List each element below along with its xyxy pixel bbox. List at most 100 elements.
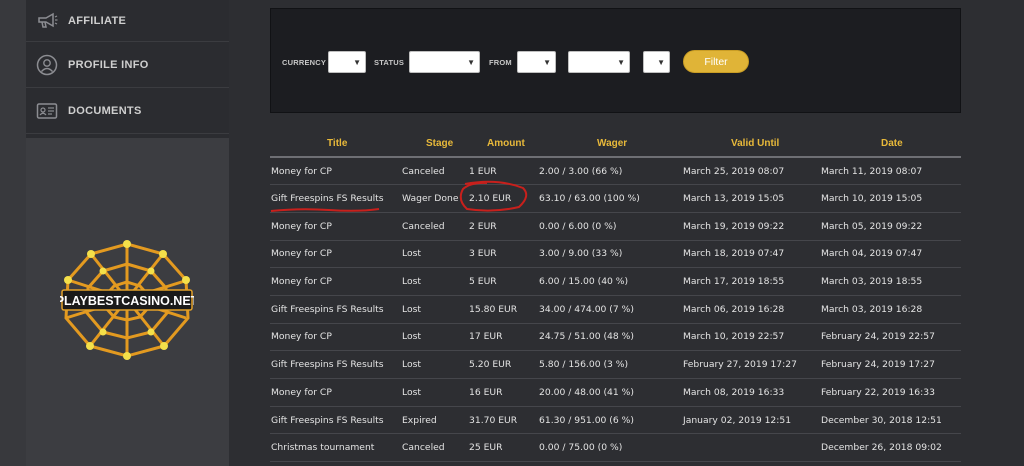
column-header-valid-until[interactable]: Valid Until: [683, 129, 821, 158]
cell-valid-until: March 08, 2019 16:33: [683, 378, 821, 407]
cell-date: December 30, 2018 12:51: [821, 406, 961, 435]
cell-wager: 0.00 / 6.00 (0 %): [539, 212, 683, 241]
cell-stage: Expired: [402, 406, 469, 435]
sidebar-item-label: AFFILIATE: [68, 14, 127, 27]
cell-valid-until: March 10, 2019 22:57: [683, 323, 821, 352]
cell-wager: 3.00 / 9.00 (33 %): [539, 240, 683, 269]
currency-label: CURRENCY: [282, 58, 327, 67]
cell-date: March 03, 2019 18:55: [821, 267, 961, 296]
cell-amount: 2 EUR: [469, 212, 539, 241]
cell-date: December 26, 2018 09:02: [821, 433, 961, 463]
red-circle-annotation: [459, 180, 528, 212]
table-row: Money for CP Canceled 2 EUR 0.00 / 6.00 (0 …: [270, 212, 961, 241]
cell-valid-until: January 02, 2019 12:51: [683, 406, 821, 435]
cell-wager: 63.10 / 63.00 (100 %): [539, 184, 683, 213]
megaphone-icon: [36, 10, 58, 32]
cell-title: Gift Freespins FS Results: [270, 406, 402, 435]
cell-stage: Lost: [402, 378, 469, 407]
cell-date: March 03, 2019 16:28: [821, 295, 961, 324]
cell-stage: Lost: [402, 267, 469, 296]
cell-wager: 34.00 / 474.00 (7 %): [539, 295, 683, 324]
chevron-down-icon: ▼: [353, 58, 361, 67]
cell-date: February 22, 2019 16:33: [821, 378, 961, 407]
from-month-select[interactable]: ▼: [568, 51, 630, 73]
table-row: Money for CP Lost 16 EUR 20.00 / 48.00 (41 …: [270, 378, 961, 407]
status-select[interactable]: ▼: [409, 51, 480, 73]
sidebar-item-label: DOCUMENTS: [68, 104, 142, 117]
column-header-amount[interactable]: Amount: [469, 129, 539, 158]
column-header-stage[interactable]: Stage: [402, 129, 469, 158]
column-header-title[interactable]: Title: [270, 129, 402, 158]
table-row: Gift Freespins FS Results Lost 5.20 EUR 5.8…: [270, 350, 961, 379]
cell-amount: 5 EUR: [469, 267, 539, 296]
cell-title: Money for CP: [270, 378, 402, 407]
sidebar-item-profile-info[interactable]: PROFILE INFO: [26, 42, 229, 88]
cell-amount: 25 EUR: [469, 433, 539, 463]
cell-wager: 24.75 / 51.00 (48 %): [539, 323, 683, 352]
cell-title: Money for CP: [270, 157, 402, 186]
cell-amount: 31.70 EUR: [469, 406, 539, 435]
cell-valid-until: March 19, 2019 09:22: [683, 212, 821, 241]
cell-wager: 2.00 / 3.00 (66 %): [539, 157, 683, 186]
table-row: Christmas tournament Canceled 25 EUR 0.00 /…: [270, 433, 961, 463]
cell-wager: 61.30 / 951.00 (6 %): [539, 406, 683, 435]
cell-valid-until: March 25, 2019 08:07: [683, 157, 821, 186]
sidebar-item-affiliate[interactable]: AFFILIATE: [26, 0, 229, 42]
table-row: Money for CP Lost 17 EUR 24.75 / 51.00 (48 …: [270, 323, 961, 352]
sidebar-item-documents[interactable]: DOCUMENTS: [26, 88, 229, 134]
cell-amount: 5.20 EUR: [469, 350, 539, 379]
chevron-down-icon: ▼: [617, 58, 625, 67]
cell-title: Christmas tournament: [270, 433, 402, 463]
cell-amount: 16 EUR: [469, 378, 539, 407]
status-label: STATUS: [374, 58, 405, 67]
cell-date: March 04, 2019 07:47: [821, 240, 961, 269]
cell-amount: 17 EUR: [469, 323, 539, 352]
column-header-date[interactable]: Date: [821, 129, 961, 158]
cell-date: March 10, 2019 15:05: [821, 184, 961, 213]
table-row: Money for CP Canceled 1 EUR 2.00 / 3.00 (66…: [270, 157, 961, 186]
chevron-down-icon: ▼: [657, 58, 665, 67]
cell-date: March 05, 2019 09:22: [821, 212, 961, 241]
cell-title: Money for CP: [270, 212, 402, 241]
id-card-icon: [36, 100, 58, 122]
cell-stage: Lost: [402, 350, 469, 379]
playbestcasino-logo: PLAYBESTCASINO.NET: [56, 238, 199, 362]
cell-title: Gift Freespins FS Results: [270, 350, 402, 379]
filter-panel: CURRENCY ▼ STATUS ▼ FROM ▼ ▼ ▼ Filter: [270, 8, 961, 113]
column-header-wager[interactable]: Wager: [539, 129, 683, 158]
cell-wager: 0.00 / 75.00 (0 %): [539, 433, 683, 463]
cell-valid-until: March 17, 2019 18:55: [683, 267, 821, 296]
cell-wager: 5.80 / 156.00 (3 %): [539, 350, 683, 379]
cell-valid-until: [683, 433, 821, 463]
cell-valid-until: February 27, 2019 17:27: [683, 350, 821, 379]
chevron-down-icon: ▼: [543, 58, 551, 67]
from-day-select[interactable]: ▼: [517, 51, 556, 73]
sidebar-item-label: PROFILE INFO: [68, 58, 149, 71]
cell-stage: Lost: [402, 295, 469, 324]
cell-stage: Lost: [402, 323, 469, 352]
sidebar: AFFILIATE PROFILE INFO DOCUMENTS: [26, 0, 229, 138]
filter-button[interactable]: Filter: [683, 50, 749, 73]
cell-date: February 24, 2019 22:57: [821, 323, 961, 352]
logo-text: PLAYBESTCASINO.NET: [60, 294, 194, 308]
cell-valid-until: March 06, 2019 16:28: [683, 295, 821, 324]
table-header-row: Title Stage Amount Wager Valid Until Dat…: [270, 129, 961, 158]
cell-amount: 3 EUR: [469, 240, 539, 269]
cell-date: March 11, 2019 08:07: [821, 157, 961, 186]
table-row: Money for CP Lost 5 EUR 6.00 / 15.00 (40 %)…: [270, 267, 961, 296]
currency-select[interactable]: ▼: [328, 51, 366, 73]
cell-title: Gift Freespins FS Results: [270, 295, 402, 324]
cell-wager: 6.00 / 15.00 (40 %): [539, 267, 683, 296]
cell-valid-until: March 18, 2019 07:47: [683, 240, 821, 269]
table-row: Gift Freespins FS Results Expired 31.70 EU…: [270, 406, 961, 435]
from-year-select[interactable]: ▼: [643, 51, 670, 73]
cell-title: Money for CP: [270, 323, 402, 352]
cell-stage: Canceled: [402, 212, 469, 241]
cell-wager: 20.00 / 48.00 (41 %): [539, 378, 683, 407]
cell-stage: Lost: [402, 240, 469, 269]
left-margin: [0, 0, 26, 466]
user-icon: [36, 54, 58, 76]
cell-valid-until: March 13, 2019 15:05: [683, 184, 821, 213]
table-row: Gift Freespins FS Results Lost 15.80 EUR 34…: [270, 295, 961, 324]
bonus-history-table: Title Stage Amount Wager Valid Until Dat…: [270, 129, 961, 463]
